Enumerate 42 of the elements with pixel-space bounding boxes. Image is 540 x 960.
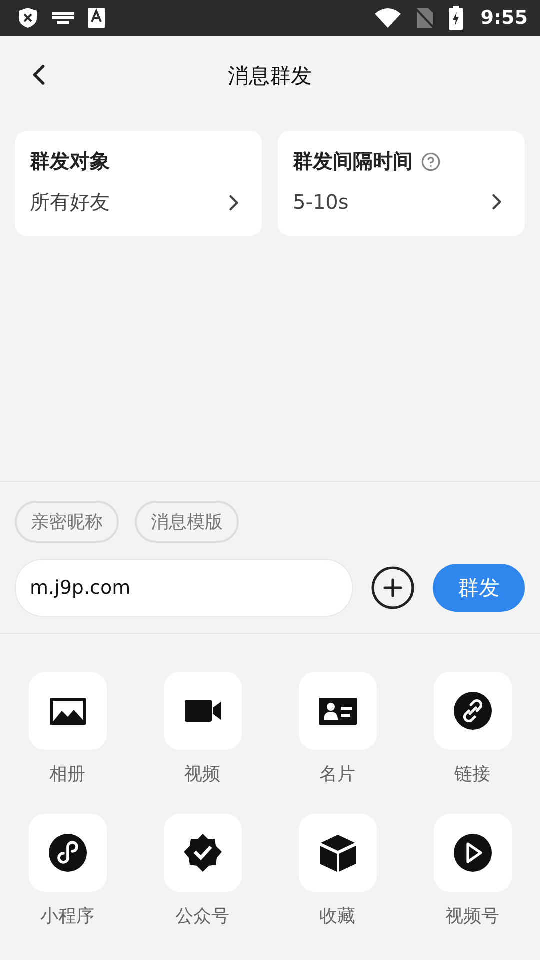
setting-label: 群发对象 bbox=[30, 148, 110, 175]
action-label: 名片 bbox=[320, 763, 356, 786]
page-title: 消息群发 bbox=[228, 63, 312, 90]
verified-badge-icon bbox=[182, 833, 222, 873]
wifi-icon bbox=[374, 8, 401, 28]
message-input[interactable]: m.j9p.com bbox=[15, 559, 353, 617]
action-tile[interactable] bbox=[164, 672, 242, 750]
play-icon bbox=[452, 833, 492, 873]
clock-time: 9:55 bbox=[480, 7, 528, 29]
action-label: 视频号 bbox=[446, 905, 500, 928]
link-icon bbox=[452, 691, 492, 731]
mini-program-icon bbox=[48, 833, 88, 873]
action-tile[interactable] bbox=[28, 814, 106, 892]
action-label: 视频 bbox=[184, 763, 220, 786]
action-label: 公众号 bbox=[176, 905, 230, 928]
font-icon bbox=[88, 8, 105, 28]
keyboard-icon bbox=[52, 12, 74, 24]
action-label: 收藏 bbox=[320, 905, 356, 928]
setting-card[interactable]: 群发间隔时间 5-10s bbox=[278, 131, 525, 236]
action-tile[interactable] bbox=[28, 672, 106, 750]
chip[interactable]: 亲密昵称 bbox=[15, 501, 119, 543]
setting-value: 所有好友 bbox=[30, 189, 111, 216]
action-label: 链接 bbox=[454, 763, 490, 786]
battery-charging-icon bbox=[448, 6, 463, 30]
cube-icon bbox=[318, 833, 358, 873]
plus-icon bbox=[369, 564, 417, 612]
shield-icon bbox=[18, 7, 38, 29]
setting-label: 群发间隔时间 bbox=[293, 148, 413, 175]
action-tile[interactable] bbox=[298, 672, 376, 750]
help-icon[interactable] bbox=[421, 152, 441, 172]
action-tile[interactable] bbox=[434, 814, 512, 892]
chip[interactable]: 消息模版 bbox=[135, 501, 239, 543]
send-button[interactable]: 群发 bbox=[433, 564, 525, 612]
action-tile[interactable] bbox=[434, 672, 512, 750]
add-button[interactable] bbox=[369, 564, 417, 612]
no-sim-icon bbox=[414, 7, 435, 29]
action-tile[interactable] bbox=[164, 814, 242, 892]
action-label: 小程序 bbox=[40, 905, 94, 928]
setting-value: 5-10s bbox=[293, 190, 350, 214]
action-label: 相册 bbox=[50, 763, 86, 786]
action-tile[interactable] bbox=[298, 814, 376, 892]
setting-card[interactable]: 群发对象 所有好友 bbox=[15, 131, 262, 236]
